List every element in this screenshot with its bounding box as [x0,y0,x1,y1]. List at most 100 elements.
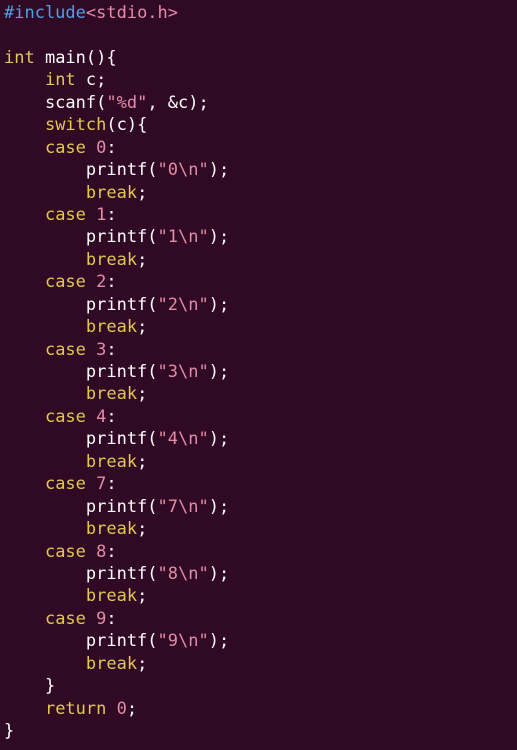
code-token: ); [208,429,230,450]
code-token: return [44,698,107,719]
code-line[interactable]: case 8: [4,541,517,563]
code-line[interactable]: scanf("%d", &c); [4,92,517,114]
code-token: 8 [96,541,107,562]
code-line[interactable]: break; [4,585,517,607]
code-line[interactable]: printf("3\n"); [4,361,517,383]
code-token: main(){ [34,47,117,68]
code-token: printf( [4,294,158,315]
code-token: int [4,47,35,68]
code-token: printf( [4,429,158,450]
code-token: <stdio.h> [85,3,179,23]
code-line[interactable]: printf("4\n"); [4,428,517,450]
code-token: "0\n" [157,160,209,181]
code-line[interactable]: break; [4,316,517,338]
code-line[interactable]: printf("1\n"); [4,226,517,248]
code-token: ); [208,496,230,517]
code-line[interactable]: break; [4,518,517,540]
code-token: ); [208,362,230,382]
code-token: "2\n" [157,294,209,315]
code-line[interactable]: } [4,675,517,697]
code-line[interactable]: break; [4,451,517,473]
code-token: 1 [96,204,107,225]
code-token: (c){ [106,115,148,136]
code-token: ); [208,227,230,248]
code-token: case [44,406,86,427]
code-token: break [85,249,138,270]
code-line[interactable]: break; [4,249,517,271]
code-token: ; [126,698,138,719]
code-token: 9 [96,608,107,629]
code-line[interactable]: printf("8\n"); [4,563,517,585]
code-line[interactable]: int c; [4,69,517,91]
code-line[interactable] [4,24,517,46]
code-token: ; [137,384,148,405]
code-line[interactable]: printf("2\n"); [4,294,517,316]
code-token: ); [208,160,230,181]
code-line[interactable]: printf("9\n"); [4,630,517,652]
code-line[interactable]: #include<stdio.h> [4,2,517,24]
code-line[interactable]: printf("0\n"); [4,159,517,181]
code-token: break [85,451,138,472]
code-line[interactable]: case 9: [4,608,517,630]
code-token: ; [137,249,148,270]
code-token: "8\n" [157,563,209,584]
code-line[interactable]: switch(c){ [4,114,517,136]
code-token: : [106,204,117,225]
code-token: ; [137,519,148,540]
code-token: "1\n" [157,227,209,248]
code-token: int [44,70,76,91]
code-line[interactable]: break; [4,653,517,675]
code-line[interactable]: printf("7\n"); [4,496,517,518]
code-token: : [106,272,117,293]
code-token: "%d" [106,92,148,113]
code-line[interactable]: break; [4,182,517,204]
code-editor[interactable]: #include<stdio.h> int main(){ int c; sca… [0,0,517,750]
code-token: case [44,137,86,158]
code-token: "4\n" [157,429,209,450]
code-token: printf( [4,160,158,181]
code-token: "7\n" [157,496,209,517]
code-line[interactable]: return 0; [4,698,517,720]
code-token: case [44,272,86,293]
code-token: ; [137,182,148,203]
code-line[interactable]: case 7: [4,473,517,495]
code-token: case [44,204,86,225]
code-token: : [106,137,117,158]
code-line[interactable]: case 3: [4,339,517,361]
code-token: 0 [116,698,127,719]
code-line[interactable]: int main(){ [4,47,517,69]
code-token: printf( [4,563,158,584]
code-token: case [44,608,86,629]
code-token: ); [208,631,230,652]
code-line[interactable]: break; [4,383,517,405]
code-token: scanf( [4,92,107,113]
code-token: ; [137,586,148,607]
code-token: 2 [96,272,107,293]
code-token: case [44,339,86,360]
code-line[interactable]: case 2: [4,271,517,293]
code-line[interactable]: case 0: [4,137,517,159]
code-token: #include [4,3,86,23]
code-line[interactable]: case 4: [4,406,517,428]
code-line[interactable]: } [4,720,517,742]
code-line[interactable]: case 1: [4,204,517,226]
code-token: printf( [4,496,158,517]
